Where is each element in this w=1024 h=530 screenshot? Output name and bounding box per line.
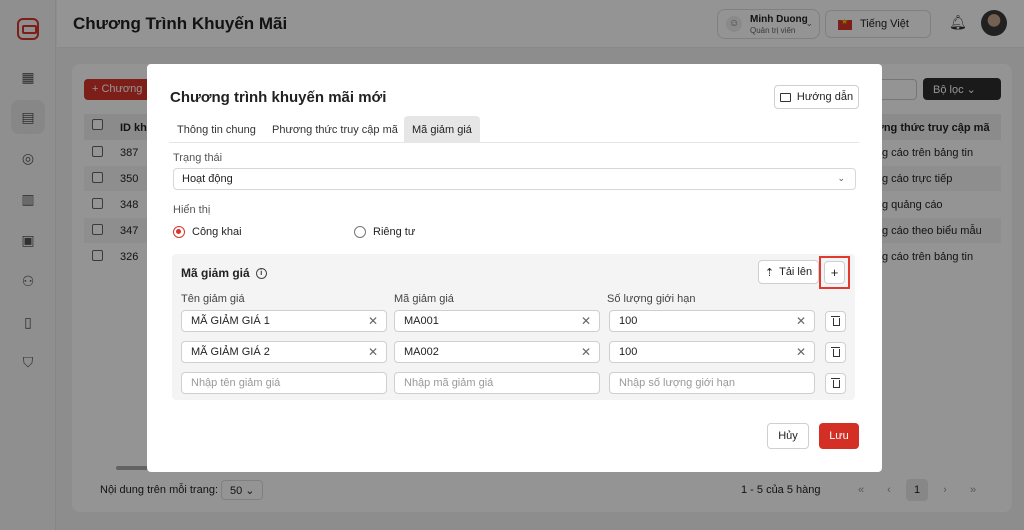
tab-access-method[interactable]: Phương thức truy cập mã: [264, 116, 406, 143]
col-limit-header: Số lượng giới hạn: [607, 293, 696, 305]
discount-code-value: MA002: [404, 346, 439, 358]
visibility-public-label: Công khai: [192, 226, 242, 238]
clear-icon[interactable]: ✕: [368, 345, 378, 359]
limit-input[interactable]: Nhập số lượng giới hạn: [609, 372, 815, 394]
discount-code-field[interactable]: MA002 ✕: [394, 341, 600, 363]
guide-icon: [779, 92, 791, 102]
limit-field[interactable]: 100 ✕: [609, 341, 815, 363]
tab-general-info[interactable]: Thông tin chung: [169, 116, 264, 143]
upload-button[interactable]: ⇡ Tải lên: [758, 260, 819, 284]
clear-icon[interactable]: ✕: [796, 314, 806, 328]
visibility-label: Hiển thị: [173, 204, 211, 216]
limit-value: 100: [619, 346, 638, 358]
discount-codes-title: Mã giảm giá i: [181, 266, 267, 280]
col-code-header: Mã giảm giá: [394, 293, 454, 305]
discount-code-value: MA001: [404, 315, 439, 327]
col-name-header: Tên giảm giá: [181, 293, 245, 305]
discount-codes-section: Mã giảm giá i ⇡ Tải lên + Tên giảm giá M…: [172, 254, 855, 400]
status-value: Hoạt động: [182, 173, 233, 185]
chevron-down-icon: ⌄: [837, 173, 845, 183]
discount-name-field[interactable]: MÃ GIẢM GIÁ 2 ✕: [181, 341, 387, 363]
tab-discount-codes[interactable]: Mã giảm giá: [404, 116, 480, 143]
guide-button[interactable]: Hướng dẫn: [774, 85, 859, 109]
discount-name-field[interactable]: MÃ GIẢM GIÁ 1 ✕: [181, 310, 387, 332]
new-promotion-modal: Chương trình khuyến mãi mới Hướng dẫn Th…: [147, 64, 882, 472]
radio-public[interactable]: [173, 226, 185, 238]
visibility-private-option[interactable]: Riêng tư: [354, 226, 415, 238]
status-label: Trạng thái: [173, 152, 223, 164]
save-button[interactable]: Lưu: [819, 423, 859, 449]
delete-row-trash-icon[interactable]: [825, 311, 846, 332]
upload-icon: ⇡: [764, 266, 775, 279]
cancel-button[interactable]: Hủy: [767, 423, 809, 449]
delete-row-trash-icon[interactable]: [825, 342, 846, 363]
upload-label: Tải lên: [779, 266, 813, 278]
modal-tabs: Thông tin chung Phương thức truy cập mã …: [169, 116, 859, 143]
discount-name-input[interactable]: Nhập tên giảm giá: [181, 372, 387, 394]
discount-name-value: MÃ GIẢM GIÁ 2: [191, 346, 270, 358]
discount-code-input[interactable]: Nhập mã giảm giá: [394, 372, 600, 394]
delete-row-trash-icon[interactable]: [825, 373, 846, 394]
limit-value: 100: [619, 315, 638, 327]
limit-field[interactable]: 100 ✕: [609, 310, 815, 332]
visibility-private-label: Riêng tư: [373, 226, 416, 238]
modal-title: Chương trình khuyến mãi mới: [170, 89, 387, 106]
visibility-public-option[interactable]: Công khai: [173, 226, 242, 238]
clear-icon[interactable]: ✕: [368, 314, 378, 328]
clear-icon[interactable]: ✕: [796, 345, 806, 359]
info-icon[interactable]: i: [255, 267, 267, 279]
status-select[interactable]: Hoạt động ⌄: [173, 168, 856, 190]
discount-codes-title-text: Mã giảm giá: [181, 266, 250, 280]
add-code-button[interactable]: +: [824, 261, 845, 284]
guide-label: Hướng dẫn: [796, 91, 854, 103]
discount-name-value: MÃ GIẢM GIÁ 1: [191, 315, 270, 327]
clear-icon[interactable]: ✕: [581, 345, 591, 359]
clear-icon[interactable]: ✕: [581, 314, 591, 328]
radio-private[interactable]: [354, 226, 366, 238]
discount-code-field[interactable]: MA001 ✕: [394, 310, 600, 332]
